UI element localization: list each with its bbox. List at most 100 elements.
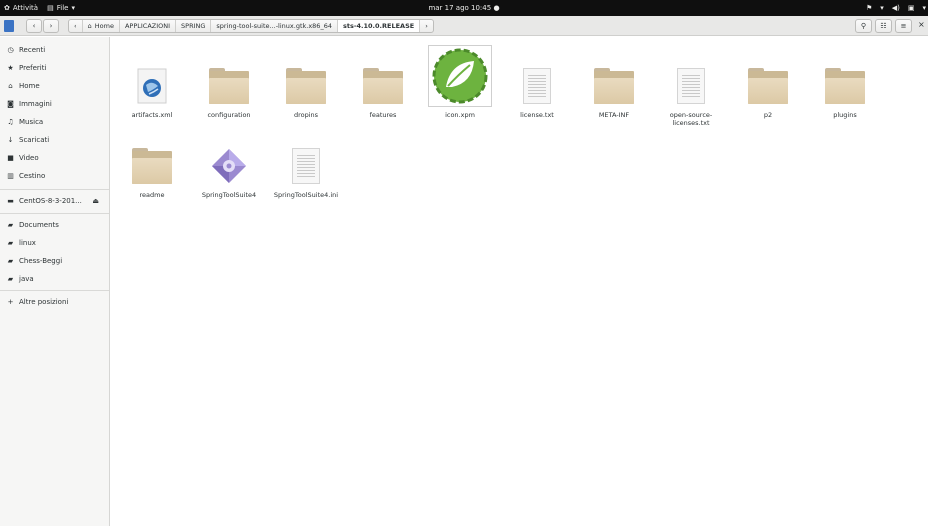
- folder-features[interactable]: features: [346, 45, 420, 119]
- breadcrumb-home[interactable]: ⌂ Home: [83, 20, 120, 32]
- sidebar-item-recenti[interactable]: ◷ Recenti: [0, 41, 109, 59]
- file-label: SpringToolSuite4.ini: [273, 191, 339, 199]
- trash-icon: ▥: [7, 172, 14, 180]
- file-label: license.txt: [520, 111, 554, 119]
- file-label: p2: [763, 111, 773, 119]
- search-button[interactable]: ⚲: [855, 19, 872, 33]
- folder-configuration[interactable]: configuration: [192, 45, 266, 119]
- clock-label: mar 17 ago 10:45: [428, 4, 492, 12]
- activities-button[interactable]: ✿ Attività: [4, 4, 38, 12]
- file-label: open-source-licenses.txt: [669, 111, 713, 127]
- file-label: artifacts.xml: [131, 111, 173, 119]
- file-label: SpringToolSuite4: [201, 191, 257, 199]
- sidebar-item-linux[interactable]: ▰ linux: [0, 234, 109, 252]
- app-menu-button[interactable]: ▤ File ▾: [47, 4, 75, 12]
- clock-icon: ◷: [7, 46, 14, 54]
- notification-dot-icon: ●: [493, 4, 500, 12]
- sidebar-separator: [0, 290, 109, 291]
- menu-button[interactable]: ≡: [895, 19, 912, 33]
- folder-icon: [363, 68, 403, 104]
- home-icon: ⌂: [87, 22, 92, 30]
- file-label: icon.xpm: [445, 111, 475, 119]
- breadcrumb-left-arrow[interactable]: ‹: [69, 20, 83, 32]
- folder-plugins[interactable]: plugins: [808, 45, 882, 119]
- header-bar: ‹ › ‹ ⌂ Home APPLICAZIONI SPRING spring-t…: [0, 16, 928, 36]
- sidebar-item-scaricati[interactable]: ↓ Scaricati: [0, 131, 109, 149]
- sidebar-item-preferiti[interactable]: ★ Preferiti: [0, 59, 109, 77]
- sidebar: ◷ Recenti ★ Preferiti ⌂ Home ◙ Immagini ♫ Mus…: [0, 37, 110, 526]
- hamburger-menu-icon: ≡: [900, 22, 907, 30]
- file-label: readme: [139, 191, 165, 199]
- sidebar-separator: [0, 189, 109, 190]
- view-toggle-button[interactable]: ☷: [875, 19, 892, 33]
- back-arrow-icon: ‹: [32, 22, 36, 30]
- folder-icon: [209, 68, 249, 104]
- folder-icon: [825, 68, 865, 104]
- file-artifacts-xml[interactable]: artifacts.xml: [115, 45, 189, 119]
- file-open-source-licenses-txt[interactable]: open-source-licenses.txt: [654, 45, 728, 127]
- chevron-down-icon: ▾: [71, 4, 75, 12]
- sidebar-item-java[interactable]: ▰ java: [0, 270, 109, 288]
- activities-icon: ✿: [4, 4, 10, 12]
- file-icon-xpm[interactable]: icon.xpm: [423, 45, 497, 119]
- sidebar-item-home[interactable]: ⌂ Home: [0, 77, 109, 95]
- file-label: plugins: [833, 111, 857, 119]
- search-icon: ⚲: [860, 22, 867, 30]
- file-label: dropins: [293, 111, 319, 119]
- accessibility-icon[interactable]: ⚑: [866, 4, 872, 12]
- system-menu-chevron-icon[interactable]: ▾: [922, 4, 926, 12]
- folder-icon: ▰: [7, 239, 14, 247]
- file-label: features: [369, 111, 397, 119]
- text-file-icon: [677, 68, 705, 104]
- plus-icon: +: [7, 298, 14, 306]
- executable-icon: [197, 125, 261, 187]
- folder-icon: [286, 68, 326, 104]
- activities-label: Attività: [12, 4, 39, 12]
- text-file-icon: [292, 148, 320, 184]
- folder-icon: ▰: [7, 221, 14, 229]
- text-file-icon: [523, 68, 551, 104]
- eject-icon[interactable]: ⏏: [92, 197, 99, 205]
- download-icon: ↓: [7, 136, 14, 144]
- sidebar-item-documents[interactable]: ▰ Documents: [0, 216, 109, 234]
- file-manager-icon: ▤: [47, 4, 54, 12]
- list-view-icon: ☷: [880, 22, 887, 30]
- folder-icon: [594, 68, 634, 104]
- sidebar-item-immagini[interactable]: ◙ Immagini: [0, 95, 109, 113]
- battery-icon[interactable]: ▣: [908, 4, 915, 12]
- close-icon[interactable]: ×: [918, 20, 925, 29]
- sidebar-item-cestino[interactable]: ▥ Cestino: [0, 167, 109, 185]
- breadcrumb-spring-tool-suite[interactable]: spring-tool-suite...-linux.gtk.x86_64: [211, 20, 338, 32]
- breadcrumb: ‹ ⌂ Home APPLICAZIONI SPRING spring-tool-…: [68, 19, 434, 33]
- breadcrumb-sts-release[interactable]: sts-4.10.0.RELEASE: [337, 20, 421, 32]
- breadcrumb-right-arrow[interactable]: ›: [420, 20, 433, 32]
- file-label: configuration: [207, 111, 251, 119]
- file-springtoolsuite4[interactable]: SpringToolSuite4: [192, 125, 266, 199]
- folder-p2[interactable]: p2: [731, 45, 805, 119]
- folder-dropins[interactable]: dropins: [269, 45, 343, 119]
- sidebar-item-video[interactable]: ■ Video: [0, 149, 109, 167]
- sidebar-toggle-icon[interactable]: [4, 20, 14, 32]
- spring-logo-icon: [428, 45, 492, 107]
- clock[interactable]: mar 17 ago 10:45 ●: [428, 4, 499, 12]
- sidebar-item-altre-posizioni[interactable]: + Altre posizioni: [0, 293, 109, 311]
- sidebar-item-musica[interactable]: ♫ Musica: [0, 113, 109, 131]
- back-button[interactable]: ‹: [26, 19, 42, 33]
- music-icon: ♫: [7, 118, 14, 126]
- sidebar-item-chess-beggi[interactable]: ▰ Chess-Beggi: [0, 252, 109, 270]
- top-bar: ✿ Attività ▤ File ▾ mar 17 ago 10:45 ● ⚑…: [0, 0, 928, 16]
- breadcrumb-applicazioni[interactable]: APPLICAZIONI: [120, 20, 177, 32]
- folder-icon: [748, 68, 788, 104]
- folder-icon: ▰: [7, 257, 14, 265]
- forward-button[interactable]: ›: [43, 19, 59, 33]
- sidebar-separator: [0, 213, 109, 214]
- network-icon[interactable]: ▾: [880, 4, 884, 12]
- sidebar-item-centos-drive[interactable]: ▬ CentOS-8-3-201... ⏏: [0, 192, 109, 210]
- volume-icon[interactable]: ◀): [892, 4, 900, 12]
- folder-meta-inf[interactable]: META-INF: [577, 45, 651, 119]
- folder-readme[interactable]: readme: [115, 125, 189, 199]
- breadcrumb-spring[interactable]: SPRING: [176, 20, 212, 32]
- file-springtoolsuite4-ini[interactable]: SpringToolSuite4.ini: [269, 125, 343, 199]
- file-license-txt[interactable]: license.txt: [500, 45, 574, 119]
- drive-icon: ▬: [7, 197, 14, 205]
